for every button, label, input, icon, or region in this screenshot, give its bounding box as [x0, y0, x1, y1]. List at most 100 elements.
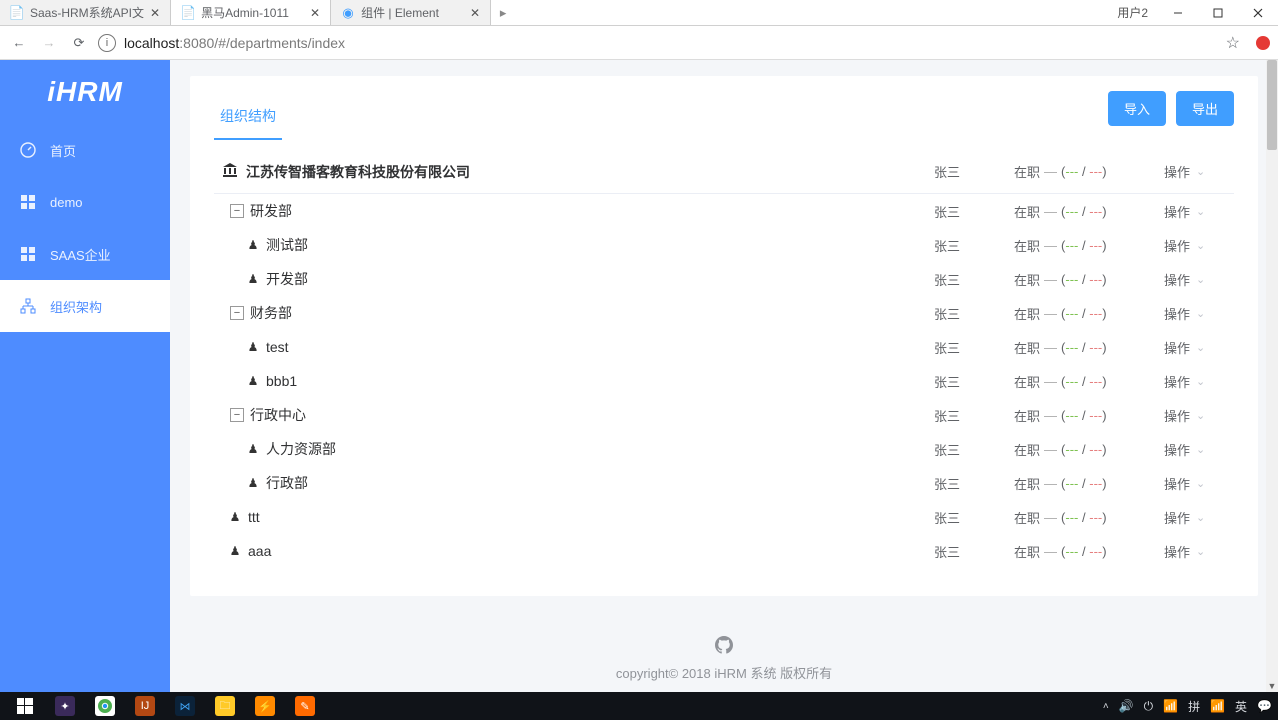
export-button[interactable]: 导出	[1176, 91, 1234, 126]
ime-indicator[interactable]: 拼	[1188, 698, 1200, 715]
col-manager: 张三	[934, 236, 1014, 255]
url-input[interactable]: localhost:8080/#/departments/index	[124, 35, 1218, 51]
nav-back-button[interactable]: ←	[8, 32, 30, 54]
row-action-dropdown[interactable]: 操作⌄	[1164, 508, 1234, 527]
action-center-icon[interactable]: 💬	[1257, 699, 1272, 713]
row-action-dropdown[interactable]: 操作⌄	[1164, 406, 1234, 425]
app-logo: iHRM	[0, 60, 170, 124]
taskbar-left: ✦ IJ ⋈ 🗀 ⚡ ✎	[6, 692, 324, 720]
vertical-scrollbar[interactable]: ▲ ▼	[1266, 60, 1278, 692]
collapse-icon[interactable]: −	[230, 408, 244, 422]
col-status: 在职—(--- / ---)	[1014, 236, 1164, 255]
taskbar-app-vscode[interactable]: ⋈	[166, 692, 204, 720]
tray-expand-icon[interactable]: ˄	[1103, 701, 1109, 712]
github-icon[interactable]	[715, 636, 733, 657]
language-indicator[interactable]: 英	[1235, 698, 1247, 715]
person-icon: ♟	[248, 340, 258, 354]
tree-row[interactable]: ♟人力资源部张三在职—(--- / ---)操作⌄	[214, 432, 1234, 466]
chevron-down-icon: ⌄	[1196, 443, 1205, 456]
row-action-dropdown[interactable]: 操作⌄	[1164, 270, 1234, 289]
chevron-down-icon: ⌄	[1196, 545, 1205, 558]
node-label: 行政中心	[250, 405, 306, 425]
sidebar-item-demo[interactable]: demo	[0, 176, 170, 228]
collapse-icon[interactable]: −	[230, 306, 244, 320]
close-icon[interactable]: ✕	[150, 6, 160, 20]
row-action-dropdown[interactable]: 操作⌄	[1164, 372, 1234, 391]
sidebar-item-home[interactable]: 首页	[0, 124, 170, 176]
tree-row[interactable]: 江苏传智播客教育科技股份有限公司张三在职—(--- / ---)操作⌄	[214, 150, 1234, 194]
col-status: 在职—(--- / ---)	[1014, 338, 1164, 357]
tree-row[interactable]: ♟开发部张三在职—(--- / ---)操作⌄	[214, 262, 1234, 296]
os-user-label[interactable]: 用户2	[1107, 4, 1158, 21]
col-status: 在职—(--- / ---)	[1014, 440, 1164, 459]
node-label: 财务部	[250, 303, 292, 323]
bookmark-star-icon[interactable]: ☆	[1226, 33, 1240, 53]
import-button[interactable]: 导入	[1108, 91, 1166, 126]
nav-forward-button[interactable]: →	[38, 32, 60, 54]
new-tab-button[interactable]: ▸	[491, 0, 515, 25]
browser-tabs: 📄 Saas-HRM系统API文 ✕ 📄 黑马Admin-1011 ✕ ◉ 组件…	[0, 0, 1107, 25]
close-icon[interactable]: ✕	[470, 6, 480, 20]
tree-row[interactable]: ♟ttt张三在职—(--- / ---)操作⌄	[214, 500, 1234, 534]
network-icon[interactable]: ⏻	[1144, 699, 1154, 714]
close-icon[interactable]: ✕	[310, 6, 320, 20]
browser-tab-0[interactable]: 📄 Saas-HRM系统API文 ✕	[0, 0, 171, 25]
nav-reload-button[interactable]: ⟳	[68, 32, 90, 54]
tree-row[interactable]: −行政中心张三在职—(--- / ---)操作⌄	[214, 398, 1234, 432]
scroll-down-arrow-icon[interactable]: ▼	[1266, 680, 1278, 692]
window-minimize-button[interactable]	[1158, 8, 1198, 18]
taskbar-app-explorer[interactable]: 🗀	[206, 692, 244, 720]
node-label: 测试部	[266, 235, 308, 255]
tree-row[interactable]: −研发部张三在职—(--- / ---)操作⌄	[214, 194, 1234, 228]
browser-tab-2[interactable]: ◉ 组件 | Element ✕	[331, 0, 491, 25]
row-action-dropdown[interactable]: 操作⌄	[1164, 474, 1234, 493]
wifi-icon[interactable]: 📶	[1163, 699, 1178, 713]
chevron-down-icon: ⌄	[1196, 205, 1205, 218]
tree-row[interactable]: ♟aaa张三在职—(--- / ---)操作⌄	[214, 534, 1234, 568]
taskbar-app[interactable]: ✦	[46, 692, 84, 720]
col-status: 在职—(--- / ---)	[1014, 508, 1164, 527]
row-action-dropdown[interactable]: 操作⌄	[1164, 440, 1234, 459]
taskbar-app[interactable]: ⚡	[246, 692, 284, 720]
start-button[interactable]	[6, 692, 44, 720]
tree-row[interactable]: ♟test张三在职—(--- / ---)操作⌄	[214, 330, 1234, 364]
tab-org-structure[interactable]: 组织结构	[214, 106, 282, 140]
volume-icon[interactable]: 🔊	[1119, 699, 1134, 713]
sidebar-item-org[interactable]: 组织架构	[0, 280, 170, 332]
department-tree: 江苏传智播客教育科技股份有限公司张三在职—(--- / ---)操作⌄−研发部张…	[214, 140, 1234, 572]
col-manager: 张三	[934, 508, 1014, 527]
window-maximize-button[interactable]	[1198, 8, 1238, 18]
sidebar-item-saas[interactable]: SAAS企业	[0, 228, 170, 280]
node-label: 研发部	[250, 201, 292, 221]
taskbar-app-ide[interactable]: IJ	[126, 692, 164, 720]
row-action-dropdown[interactable]: 操作⌄	[1164, 338, 1234, 357]
sidebar: iHRM 首页 demo SAAS企业 组织架构	[0, 60, 170, 692]
col-manager: 张三	[934, 406, 1014, 425]
chevron-down-icon: ⌄	[1196, 409, 1205, 422]
extension-icon[interactable]	[1256, 36, 1270, 50]
window-close-button[interactable]	[1238, 8, 1278, 18]
person-icon: ♟	[248, 238, 258, 252]
tab-label: Saas-HRM系统API文	[30, 4, 144, 21]
collapse-icon[interactable]: −	[230, 204, 244, 218]
tree-row[interactable]: ♟bbb1张三在职—(--- / ---)操作⌄	[214, 364, 1234, 398]
row-action-dropdown[interactable]: 操作⌄	[1164, 236, 1234, 255]
tree-row[interactable]: ♟ 测试部 张三在职—(--- / ---)操作⌄	[214, 228, 1234, 262]
browser-tab-1[interactable]: 📄 黑马Admin-1011 ✕	[171, 0, 331, 25]
taskbar-app-chrome[interactable]	[86, 692, 124, 720]
col-manager: 张三	[934, 270, 1014, 289]
tree-row[interactable]: −财务部张三在职—(--- / ---)操作⌄	[214, 296, 1234, 330]
row-action-dropdown[interactable]: 操作⌄	[1164, 162, 1234, 181]
main-content: 组织结构 导入 导出 江苏传智播客教育科技股份有限公司张三在职—(--- / -…	[170, 60, 1278, 692]
row-action-dropdown[interactable]: 操作⌄	[1164, 542, 1234, 561]
scrollbar-thumb[interactable]	[1267, 60, 1277, 150]
row-action-dropdown[interactable]: 操作⌄	[1164, 202, 1234, 221]
row-action-dropdown[interactable]: 操作⌄	[1164, 304, 1234, 323]
person-icon: ♟	[248, 442, 258, 456]
site-info-icon[interactable]: i	[98, 34, 116, 52]
taskbar-app[interactable]: ✎	[286, 692, 324, 720]
chevron-down-icon: ⌄	[1196, 273, 1205, 286]
wifi-icon[interactable]: 📶	[1210, 699, 1225, 713]
tree-row[interactable]: ♟行政部张三在职—(--- / ---)操作⌄	[214, 466, 1234, 500]
tree-row-left: ♟开发部	[214, 269, 934, 289]
